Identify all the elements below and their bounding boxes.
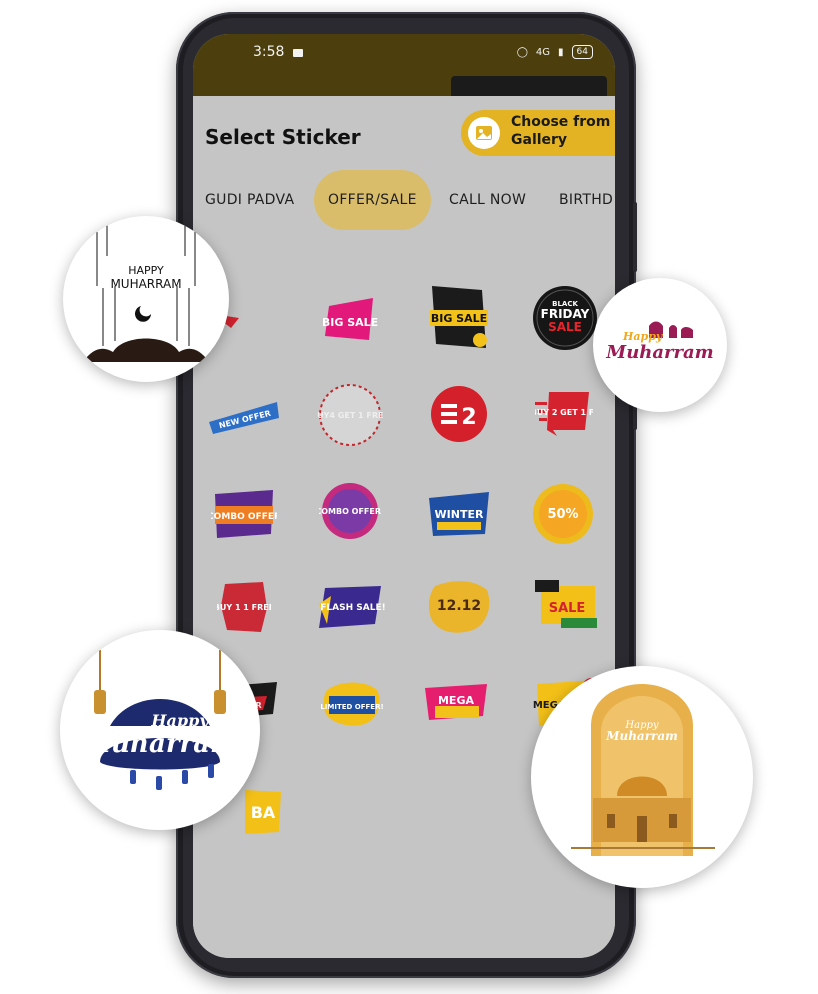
sticker-combo-offer-2[interactable]: COMBO OFFER! (319, 480, 381, 542)
sticker-big-sale[interactable]: BIG SALE (323, 296, 379, 346)
badge-happy-muharram-right: Happy Muharram (593, 278, 727, 412)
mega-partial-text: BA (251, 803, 276, 822)
muharram-gold-text: Muharram (605, 729, 678, 743)
black-friday-line3: SALE (548, 320, 582, 334)
sticker-twelve[interactable]: 12.12 (425, 578, 493, 636)
sticker-fifty-discount[interactable]: 50% (531, 482, 595, 546)
network-label: 4G (535, 46, 551, 58)
badge-happy-muharram-left: Happy Muharram (60, 630, 260, 830)
signal-icon: ▮ (558, 46, 564, 58)
sticker-big-sale-text: BIG SALE (323, 316, 378, 329)
buy1-text: BUY 1 1 FREE (217, 603, 271, 612)
app-bar: 3:58 ◯ 4G ▮ 64 (193, 34, 615, 106)
sticker-winter[interactable]: WINTER (425, 484, 493, 542)
sticker-black-friday[interactable]: BLACK FRIDAY SALE (531, 284, 599, 352)
hot-sale-text: SALE (549, 601, 586, 616)
sticker-buy1[interactable]: BUY 1 1 FREE (217, 578, 271, 636)
status-icons: ◯ 4G ▮ 64 (517, 45, 593, 59)
happy-top-text: HAPPY (128, 264, 164, 277)
mega-offer-text: MEGA (438, 694, 474, 707)
buy1get2-text: 2 (461, 405, 476, 430)
battery-indicator: 64 (571, 45, 593, 59)
sticker-big-sale-black-text: BIG SALE (431, 312, 487, 325)
alarm-icon: ◯ (516, 46, 528, 58)
buy4-text: BUY4 GET 1 FREE (317, 411, 383, 420)
winter-text: WINTER (435, 508, 484, 521)
sticker-hot-sale[interactable]: SALE (531, 576, 601, 636)
sticker-big-sale-black[interactable]: BIG SALE (426, 282, 492, 354)
twelve-text: 12.12 (437, 598, 481, 614)
gallery-icon (468, 117, 500, 149)
muharram-left-text: Muharram (81, 729, 237, 759)
sticker-buy2get1[interactable]: BUY 2 GET 1 FREE (535, 386, 593, 440)
black-friday-line2: FRIDAY (541, 307, 590, 321)
sticker-mega-partial[interactable]: BA (245, 786, 285, 838)
muharram-right-text: Muharram (605, 342, 713, 363)
fifty-text: 50% (547, 507, 578, 522)
choose-from-gallery-button[interactable]: Choose from Gallery (461, 110, 615, 156)
tab-call-now[interactable]: CALL NOW (449, 170, 526, 230)
status-time: 3:58 (253, 44, 285, 60)
buy2get1-text: BUY 2 GET 1 FREE (535, 408, 593, 417)
happy-left-text: Happy (150, 711, 210, 730)
flash-sale-text: FLASH SALE! (320, 603, 385, 613)
gallery-button-label: Choose from Gallery (511, 114, 611, 148)
sticker-flash-sale[interactable]: FLASH SALE! (317, 580, 385, 634)
category-tabs: GUDI PADVA OFFER/SALE CALL NOW BIRTHD (193, 170, 615, 230)
sticker-limited-offer[interactable]: LIMITED OFFER! (321, 678, 383, 728)
sticker-buy1get2[interactable]: 2 (429, 384, 489, 444)
badge-happy-muharram-top: HAPPY MUHARRAM (63, 216, 229, 382)
tab-birthday[interactable]: BIRTHD (559, 170, 613, 230)
sticker-mega-offer[interactable]: MEGA (421, 674, 491, 732)
sticker-combo-offer[interactable]: COMBO OFFER (211, 484, 277, 542)
tab-offer-sale[interactable]: OFFER/SALE (314, 170, 431, 230)
combo-offer-2-text: COMBO OFFER! (319, 507, 381, 516)
sticker-new-offer[interactable]: NEW OFFER (207, 394, 281, 434)
tab-gudi-padva[interactable]: GUDI PADVA (205, 170, 294, 230)
status-bar: 3:58 ◯ 4G ▮ 64 (193, 42, 615, 66)
badge-happy-muharram-gold: Happy Muharram (531, 666, 753, 888)
muharram-top-text: MUHARRAM (110, 277, 181, 291)
video-icon (293, 49, 303, 57)
combo-offer-text: COMBO OFFER (211, 512, 277, 522)
limited-offer-text: LIMITED OFFER! (321, 703, 383, 711)
volume-button (633, 202, 637, 272)
sticker-buy4[interactable]: BUY4 GET 1 FREE (317, 382, 383, 448)
sheet-title: Select Sticker (205, 125, 361, 149)
